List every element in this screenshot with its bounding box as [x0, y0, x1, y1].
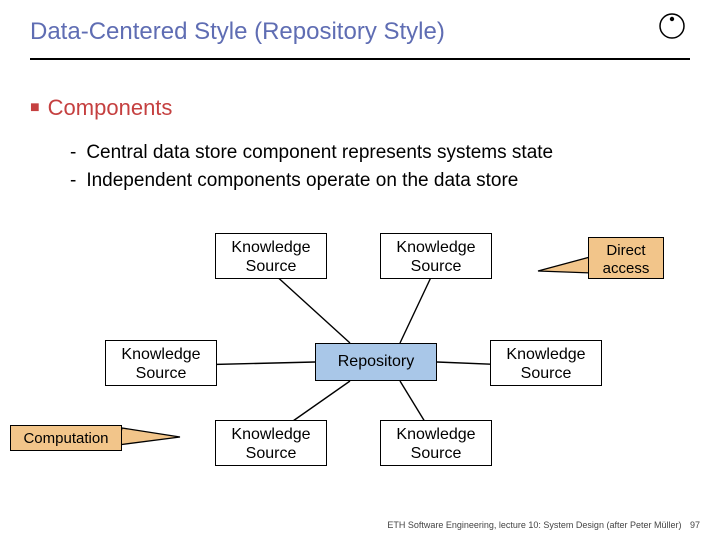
callout-computation: Computation [10, 425, 122, 451]
content-area: ■ Components -Central data store componen… [30, 95, 690, 194]
bullet-square-icon: ■ [30, 99, 40, 116]
box-label-line2: Source [411, 445, 462, 462]
box-label-line2: Source [411, 258, 462, 275]
slide-footer: ETH Software Engineering, lecture 10: Sy… [387, 520, 700, 530]
box-label-line1: Knowledge [506, 346, 585, 363]
box-label-line1: Knowledge [121, 346, 200, 363]
sub-bullet-list: -Central data store component represents… [70, 139, 690, 194]
dash-icon: - [70, 142, 76, 163]
logo-icon [658, 12, 686, 45]
box-label-line1: Knowledge [396, 426, 475, 443]
section-heading-text: Components [48, 95, 173, 120]
knowledge-source-box: Knowledge Source [215, 233, 327, 279]
section-heading: ■ Components [30, 95, 690, 121]
knowledge-source-box: Knowledge Source [105, 340, 217, 386]
sub-bullet-text: Central data store component represents … [86, 142, 553, 163]
box-label-line1: Knowledge [396, 239, 475, 256]
box-label-line2: Source [136, 365, 187, 382]
box-label-line2: Source [246, 258, 297, 275]
repository-box: Repository [315, 343, 437, 381]
knowledge-source-box: Knowledge Source [380, 420, 492, 466]
knowledge-source-box: Knowledge Source [380, 233, 492, 279]
slide-title: Data-Centered Style (Repository Style) [30, 18, 690, 46]
callout-line1: Direct [606, 242, 645, 259]
callout-text: Computation [23, 430, 108, 447]
title-divider [30, 58, 690, 60]
page-number: 97 [690, 520, 700, 530]
callout-line2: access [603, 260, 650, 277]
callout-direct-access: Direct access [588, 237, 664, 279]
sub-bullet-text: Independent components operate on the da… [86, 170, 518, 191]
knowledge-source-box: Knowledge Source [215, 420, 327, 466]
sub-bullet-item: -Central data store component represents… [70, 139, 690, 167]
box-label-line2: Source [246, 445, 297, 462]
repository-label: Repository [338, 353, 414, 370]
architecture-diagram: Knowledge Source Knowledge Source Knowle… [60, 225, 660, 465]
title-bar: Data-Centered Style (Repository Style) [30, 18, 690, 46]
knowledge-source-box: Knowledge Source [490, 340, 602, 386]
sub-bullet-item: -Independent components operate on the d… [70, 167, 690, 195]
footer-text: ETH Software Engineering, lecture 10: Sy… [387, 520, 681, 530]
box-label-line1: Knowledge [231, 426, 310, 443]
dash-icon: - [70, 170, 76, 191]
box-label-line2: Source [521, 365, 572, 382]
slide: Data-Centered Style (Repository Style) ■… [0, 0, 720, 540]
box-label-line1: Knowledge [231, 239, 310, 256]
